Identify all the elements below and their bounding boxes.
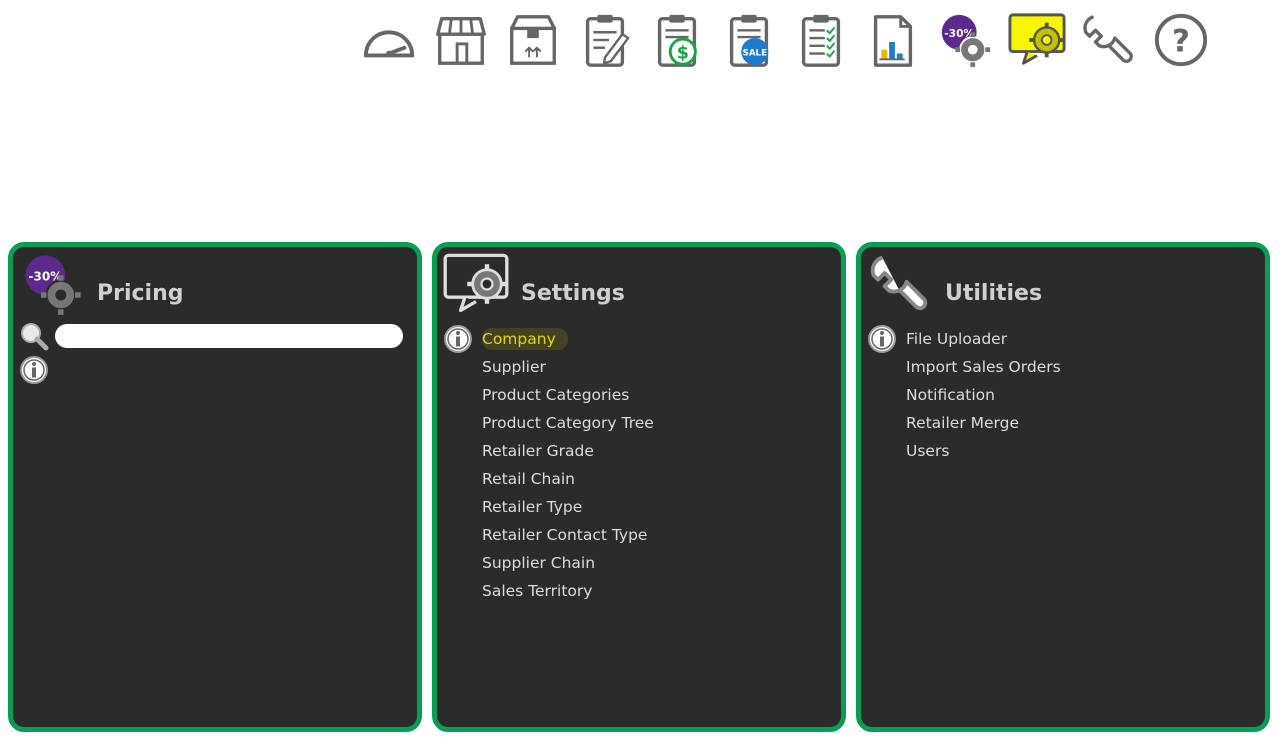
svg-text:?: ? [1172, 24, 1190, 60]
settings-menu: Company Supplier Product Categories Prod… [482, 325, 654, 605]
checklist-button[interactable] [792, 10, 850, 70]
report-chart-icon [873, 15, 913, 67]
pricing-search-input[interactable] [55, 324, 403, 348]
settings-monitor-gear-icon [1008, 13, 1066, 65]
pricing-panel: -30% Pricing [8, 242, 422, 732]
package-box-icon [510, 15, 556, 65]
utilities-item-file-uploader[interactable]: File Uploader [906, 325, 1061, 353]
dashboard-gauge-icon [363, 30, 415, 58]
inventory-button[interactable] [504, 10, 562, 70]
clipboard-edit-icon [585, 14, 630, 67]
utilities-title: Utilities [945, 280, 1043, 306]
settings-item-retail-chain[interactable]: Retail Chain [482, 465, 654, 493]
settings-panel: Settings Company Supplier Product Catego… [432, 242, 846, 732]
settings-title: Settings [521, 280, 625, 306]
settings-item-retailer-contact-type[interactable]: Retailer Contact Type [482, 521, 654, 549]
pricing-button[interactable]: -30% [936, 10, 994, 70]
settings-item-retailer-type[interactable]: Retailer Type [482, 493, 654, 521]
settings-button[interactable] [1008, 10, 1066, 70]
info-icon[interactable] [867, 324, 897, 354]
settings-panel-icon-wrap [443, 251, 509, 317]
wrench-icon [870, 255, 928, 311]
utilities-item-users[interactable]: Users [906, 437, 1061, 465]
settings-item-company-row: Company [482, 325, 654, 353]
invoices-button[interactable]: $ [648, 10, 706, 70]
settings-header: Settings [443, 251, 625, 317]
settings-item-supplier[interactable]: Supplier [482, 353, 654, 381]
pricing-discount-gear-icon: -30% [941, 14, 991, 68]
wrench-icon [1083, 15, 1133, 63]
help-icon: ? [1154, 13, 1208, 67]
dashboard-button[interactable] [360, 10, 418, 70]
info-icon[interactable] [443, 324, 473, 354]
settings-item-sales-territory[interactable]: Sales Territory [482, 577, 654, 605]
svg-text:$: $ [677, 43, 689, 63]
clipboard-sale-icon: SALE [729, 14, 769, 67]
info-icon[interactable] [19, 355, 49, 385]
help-button[interactable]: ? [1152, 10, 1210, 70]
utilities-panel-icon-wrap [867, 251, 933, 317]
pricing-title: Pricing [97, 280, 184, 306]
utilities-menu: File Uploader Import Sales Orders Notifi… [906, 325, 1061, 465]
svg-text:SALE: SALE [743, 48, 768, 58]
settings-item-product-categories[interactable]: Product Categories [482, 381, 654, 409]
utilities-item-notification[interactable]: Notification [906, 381, 1061, 409]
main-toolbar: $ SALE -30% ? [360, 8, 1210, 72]
utilities-header: Utilities [867, 251, 1042, 317]
settings-item-supplier-chain[interactable]: Supplier Chain [482, 549, 654, 577]
settings-item-retailer-grade[interactable]: Retailer Grade [482, 437, 654, 465]
utilities-panel: Utilities File Uploader Import Sales Ord… [856, 242, 1270, 732]
reports-button[interactable] [864, 10, 922, 70]
pricing-discount-gear-icon: -30% [25, 255, 81, 315]
store-button[interactable] [432, 10, 490, 70]
clipboard-checklist-icon [801, 14, 841, 67]
sales-button[interactable]: SALE [720, 10, 778, 70]
utilities-item-import-sales-orders[interactable]: Import Sales Orders [906, 353, 1061, 381]
orders-edit-button[interactable] [576, 10, 634, 70]
settings-item-company[interactable]: Company [482, 328, 568, 350]
search-icon[interactable] [19, 321, 49, 351]
utilities-item-retailer-merge[interactable]: Retailer Merge [906, 409, 1061, 437]
settings-item-product-category-tree[interactable]: Product Category Tree [482, 409, 654, 437]
clipboard-dollar-icon: $ [657, 14, 697, 67]
settings-monitor-gear-icon [443, 253, 509, 313]
utilities-button[interactable] [1080, 10, 1138, 70]
pricing-panel-icon-wrap: -30% [19, 251, 85, 317]
pricing-header: -30% Pricing [19, 251, 184, 317]
pricing-search-row [19, 321, 403, 351]
store-icon [436, 17, 486, 65]
